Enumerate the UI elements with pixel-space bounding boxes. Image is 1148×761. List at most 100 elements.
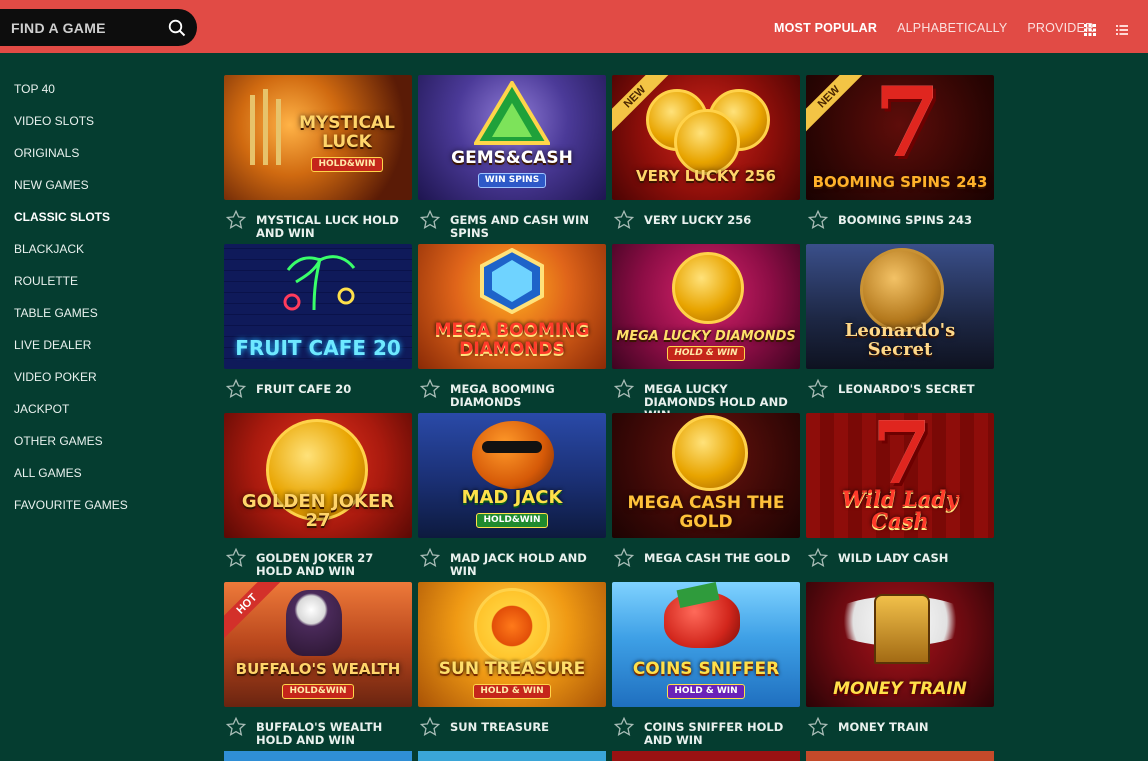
favourite-star-icon[interactable] [613,209,635,231]
search-icon[interactable] [168,19,186,37]
game-card[interactable]: Leonardo's Secret LEONARDO'S SECRET [806,244,994,413]
game-name[interactable]: VERY LUCKY 256 [644,214,800,227]
favourite-star-icon[interactable] [225,716,247,738]
game-thumbnail[interactable]: MEGA CASH THE GOLD [612,413,800,538]
game-name[interactable]: BOOMING SPINS 243 [838,214,994,227]
game-card[interactable]: MEGA LUCKY DIAMONDS HOLD & WIN MEGA LUCKY… [612,244,800,422]
favourite-star-icon[interactable] [807,547,829,569]
thumb-title: MEGA LUCKY DIAMONDS [616,329,796,344]
game-thumbnail[interactable]: 7 Wild Lady Cash [806,413,994,538]
favourite-star-icon[interactable] [807,716,829,738]
sidebar-item-favourite-games[interactable]: FAVOURITE GAMES [14,498,128,530]
game-card[interactable]: COINS SNIFFER HOLD & WIN COINS SNIFFER HO… [612,582,800,751]
favourite-star-icon[interactable] [225,547,247,569]
sidebar-item-live-dealer[interactable]: LIVE DEALER [14,338,128,370]
thumb-subtitle: HOLD&WIN [476,513,548,528]
game-card[interactable]: 7 Wild Lady Cash WILD LADY CASH [806,413,994,582]
game-name[interactable]: SUN TREASURE [450,721,606,734]
thumb-title: MEGA CASH THE GOLD [627,493,785,532]
tab-most-popular[interactable]: MOST POPULAR [774,21,877,35]
thumb-subtitle: HOLD&WIN [311,157,383,172]
game-card[interactable]: HOT BUFFALO'S WEALTH HOLD&WIN BUFFALO'S W… [224,582,412,751]
game-name[interactable]: WILD LADY CASH [838,552,994,565]
favourite-star-icon[interactable] [613,716,635,738]
game-name[interactable]: FRUIT CAFE 20 [256,383,412,396]
game-card[interactable]: FRUIT CAFE 20 FRUIT CAFE 20 [224,244,412,413]
favourite-star-icon[interactable] [225,378,247,400]
search-input[interactable] [9,18,163,37]
sidebar-item-video-slots[interactable]: VIDEO SLOTS [14,114,128,146]
game-thumbnail[interactable]: FRUIT CAFE 20 [224,244,412,369]
game-thumbnail[interactable]: COINS SNIFFER HOLD & WIN [612,582,800,707]
game-card[interactable]: GOLDEN JOKER 27 GOLDEN JOKER 27 HOLD AND… [224,413,412,582]
favourite-star-icon[interactable] [419,378,441,400]
thumb-title: MAD JACK [461,487,563,508]
game-name[interactable]: MYSTICAL LUCK HOLD AND WIN [256,214,412,240]
game-name[interactable]: MEGA CASH THE GOLD [644,552,800,565]
game-card[interactable]: GEMS&CASH WIN SPINS GEMS AND CASH WIN SPI… [418,75,606,244]
favourite-star-icon[interactable] [613,378,635,400]
favourite-star-icon[interactable] [807,378,829,400]
favourite-star-icon[interactable] [419,547,441,569]
game-card[interactable]: NEW VERY LUCKY 256 VERY LUCKY 256 [612,75,800,244]
thumb-title: GEMS&CASH [451,148,573,168]
game-name[interactable]: LEONARDO'S SECRET [838,383,994,396]
game-thumbnail[interactable]: SUN TREASURE HOLD & WIN [418,582,606,707]
grid-view-icon[interactable] [1083,23,1097,37]
game-thumbnail-partial[interactable] [806,751,994,761]
game-name[interactable]: MONEY TRAIN [838,721,994,734]
game-thumbnail[interactable]: MYSTICAL LUCK HOLD&WIN [224,75,412,200]
favourite-star-icon[interactable] [419,209,441,231]
sidebar-item-all-games[interactable]: ALL GAMES [14,466,128,498]
sidebar-item-blackjack[interactable]: BLACKJACK [14,242,128,274]
sidebar-item-other-games[interactable]: OTHER GAMES [14,434,128,466]
thumb-title: Leonardo's Secret [844,320,956,360]
game-card[interactable]: MAD JACK HOLD&WIN MAD JACK HOLD AND WIN [418,413,606,582]
game-thumbnail[interactable]: 7 NEW BOOMING SPINS 243 [806,75,994,200]
search-box[interactable] [0,9,197,46]
sort-tabs: MOST POPULAR ALPHABETICALLY PROVIDER [774,21,1114,35]
game-thumbnail[interactable]: MONEY TRAIN [806,582,994,707]
game-name[interactable]: COINS SNIFFER HOLD AND WIN [644,721,800,747]
sidebar-item-top-40[interactable]: TOP 40 [14,82,128,114]
game-thumbnail[interactable]: MEGA BOOMING DIAMONDS [418,244,606,369]
favourite-star-icon[interactable] [613,547,635,569]
list-view-icon[interactable] [1115,23,1129,37]
game-thumbnail-partial[interactable] [612,751,800,761]
game-name[interactable]: MEGA BOOMING DIAMONDS [450,383,606,409]
sidebar-item-table-games[interactable]: TABLE GAMES [14,306,128,338]
game-thumbnail[interactable]: GOLDEN JOKER 27 [224,413,412,538]
sidebar-item-video-poker[interactable]: VIDEO POKER [14,370,128,402]
sidebar-item-originals[interactable]: ORIGINALS [14,146,128,178]
game-card[interactable]: 7 NEW BOOMING SPINS 243 BOOMING SPINS 24… [806,75,994,244]
game-thumbnail[interactable]: HOT BUFFALO'S WEALTH HOLD&WIN [224,582,412,707]
favourite-star-icon[interactable] [807,209,829,231]
game-thumbnail[interactable]: Leonardo's Secret [806,244,994,369]
favourite-star-icon[interactable] [419,716,441,738]
thumb-subtitle: HOLD & WIN [667,684,745,699]
game-thumbnail[interactable]: NEW VERY LUCKY 256 [612,75,800,200]
game-card[interactable]: MYSTICAL LUCK HOLD&WIN MYSTICAL LUCK HOLD… [224,75,412,244]
game-card[interactable]: MONEY TRAIN MONEY TRAIN [806,582,994,751]
sidebar-item-classic-slots[interactable]: CLASSIC SLOTS [14,210,128,242]
game-card[interactable]: MEGA BOOMING DIAMONDS MEGA BOOMING DIAMO… [418,244,606,413]
game-name[interactable]: BUFFALO'S WEALTH HOLD AND WIN [256,721,412,747]
game-thumbnail[interactable]: MEGA LUCKY DIAMONDS HOLD & WIN [612,244,800,369]
game-card[interactable]: MEGA CASH THE GOLD MEGA CASH THE GOLD [612,413,800,582]
top-bar: MOST POPULAR ALPHABETICALLY PROVIDER [0,0,1148,53]
game-thumbnail-partial[interactable] [418,751,606,761]
game-card[interactable]: SUN TREASURE HOLD & WIN SUN TREASURE [418,582,606,751]
game-thumbnail[interactable]: MAD JACK HOLD&WIN [418,413,606,538]
sidebar-item-jackpot[interactable]: JACKPOT [14,402,128,434]
tab-alphabetically[interactable]: ALPHABETICALLY [897,21,1007,35]
favourite-star-icon[interactable] [225,209,247,231]
game-name[interactable]: GEMS AND CASH WIN SPINS [450,214,606,240]
category-sidebar: TOP 40 VIDEO SLOTS ORIGINALS NEW GAMES C… [14,82,128,530]
game-name[interactable]: GOLDEN JOKER 27 HOLD AND WIN [256,552,412,578]
game-thumbnail-partial[interactable] [224,751,412,761]
sidebar-item-roulette[interactable]: ROULETTE [14,274,128,306]
game-name[interactable]: MAD JACK HOLD AND WIN [450,552,606,578]
sidebar-item-new-games[interactable]: NEW GAMES [14,178,128,210]
game-thumbnail[interactable]: GEMS&CASH WIN SPINS [418,75,606,200]
thumb-subtitle: HOLD & WIN [667,346,745,361]
